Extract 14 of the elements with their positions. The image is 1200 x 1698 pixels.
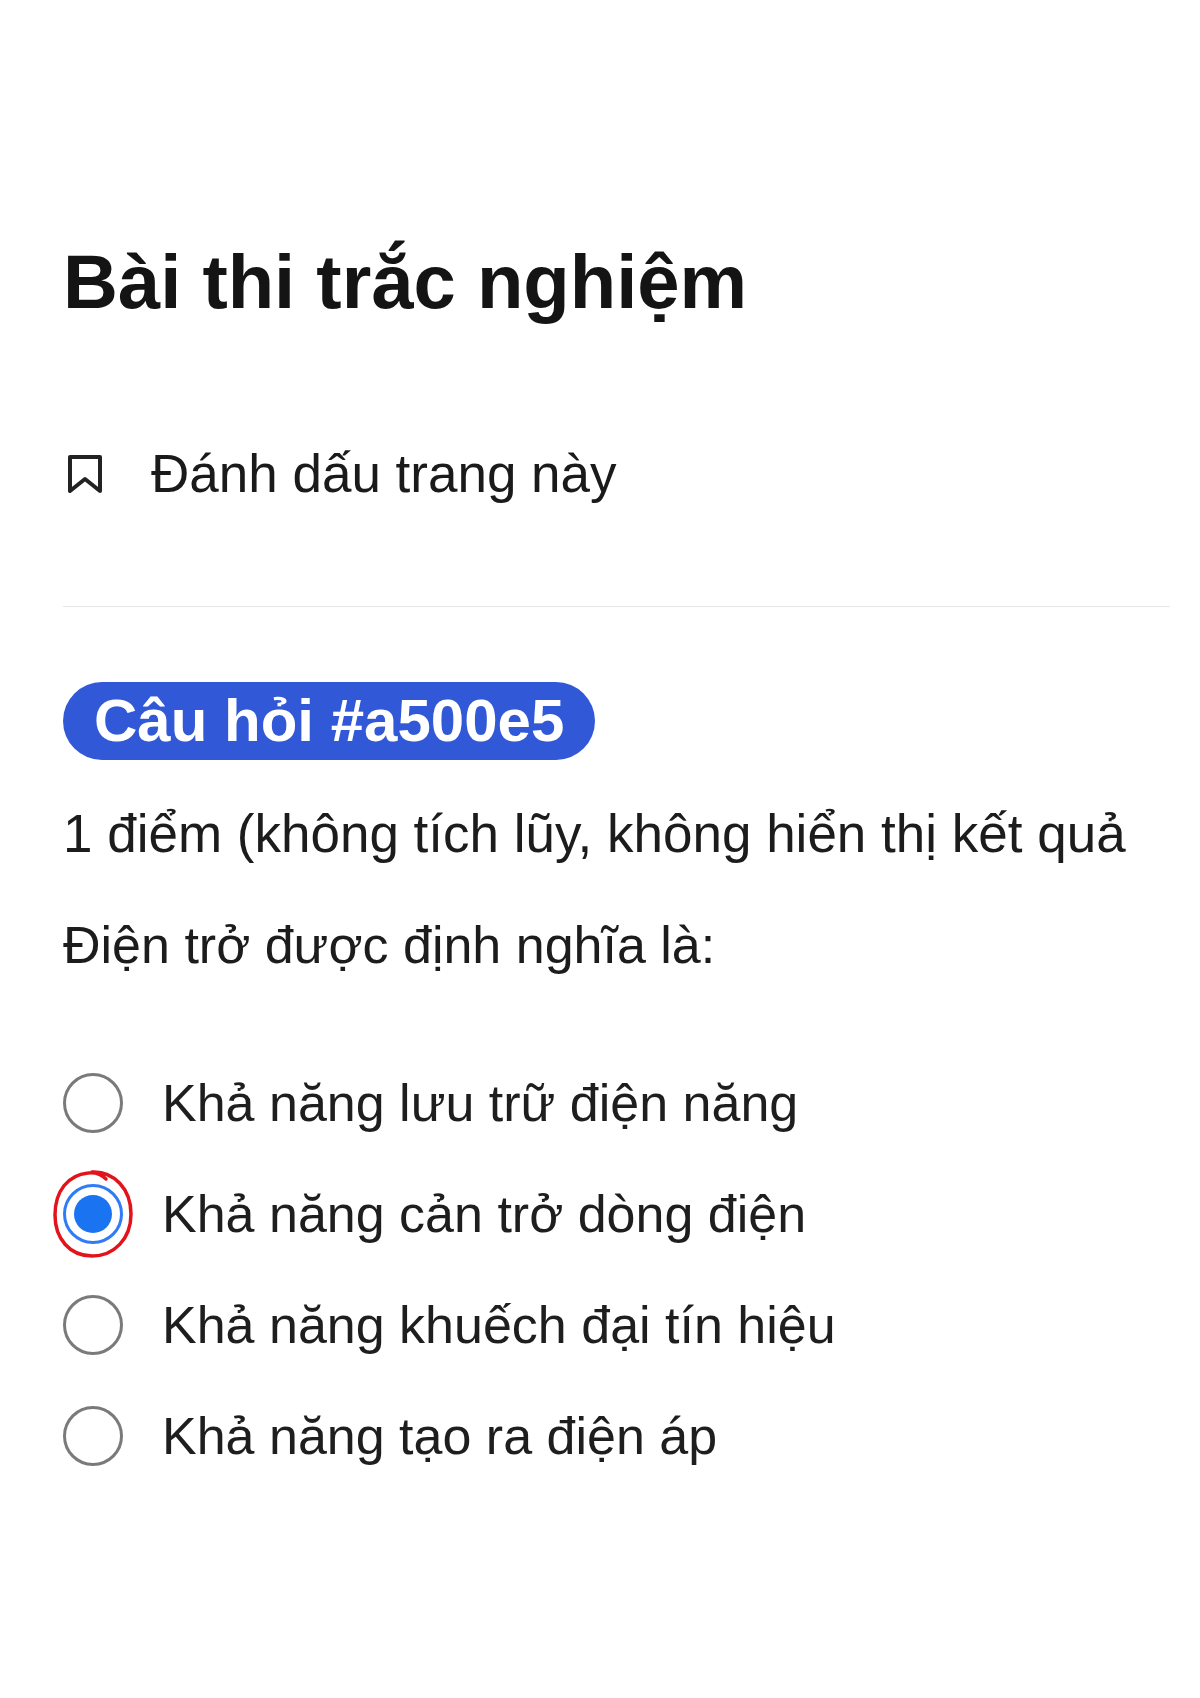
option-label: Khả năng tạo ra điện áp: [162, 1406, 718, 1467]
bookmark-icon: [67, 454, 103, 494]
question-text: Điện trở được định nghĩa là:: [63, 915, 716, 976]
bookmark-button[interactable]: Đánh dấu trang này: [67, 442, 617, 506]
option-label: Khả năng cản trở dòng điện: [162, 1184, 807, 1245]
radio-button[interactable]: [63, 1184, 123, 1244]
radio-button[interactable]: [63, 1406, 123, 1466]
page-title: Bài thi trắc nghiệm: [63, 238, 748, 326]
option-label: Khả năng khuếch đại tín hiệu: [162, 1295, 836, 1356]
option-label: Khả năng lưu trữ điện năng: [162, 1073, 799, 1134]
points-note: 1 điểm (không tích lũy, không hiển thị kết quả: [63, 803, 1126, 865]
radio-button[interactable]: [63, 1295, 123, 1355]
question-badge: Câu hỏi #a500e5: [63, 682, 596, 760]
radio-button[interactable]: [63, 1073, 123, 1133]
